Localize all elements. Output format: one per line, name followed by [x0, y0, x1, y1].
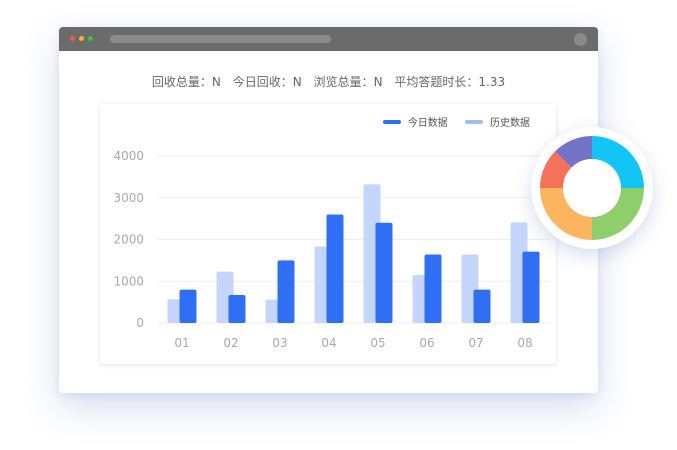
chart-card: 今日数据 历史数据 0 1000 2000 3000 4000 01 02 03 04 05 06 0…: [100, 104, 556, 364]
chart-legend: 今日数据 历史数据: [369, 114, 530, 129]
stat-total-views: 浏览总量：N: [314, 73, 383, 90]
donut-slice-cyan[interactable]: [592, 136, 644, 188]
bar-today[interactable]: [277, 260, 295, 323]
donut-slice-green[interactable]: [592, 188, 644, 240]
x-tick-label: 07: [468, 336, 483, 350]
y-tick-label: 4000: [113, 149, 144, 163]
x-tick-label: 05: [370, 336, 385, 350]
x-tick-label: 03: [272, 336, 287, 350]
window-titlebar: [59, 27, 598, 51]
stat-avg-answer-time: 平均答题时长：1.33: [394, 73, 505, 90]
stats-row: 回收总量：N 今日回收：N 浏览总量：N 平均答题时长：1.33: [59, 73, 598, 90]
maximize-dot-icon[interactable]: [88, 36, 93, 41]
bar-today[interactable]: [424, 254, 442, 323]
stat-label: 回收总量：: [151, 75, 212, 89]
stat-value: N: [211, 75, 221, 89]
stat-value: N: [292, 75, 302, 89]
stat-label: 今日回收：: [232, 75, 293, 89]
y-tick-label: 1000: [113, 274, 144, 288]
donut-chart: [540, 136, 644, 240]
y-tick-label: 3000: [113, 191, 144, 205]
x-tick-label: 08: [517, 336, 532, 350]
address-bar[interactable]: [110, 35, 331, 43]
legend-item-today[interactable]: 今日数据: [382, 114, 448, 129]
bar-today[interactable]: [473, 289, 491, 323]
stat-label: 平均答题时长：: [394, 75, 479, 89]
legend-swatch-today: [382, 119, 401, 124]
menu-circle-icon[interactable]: [574, 33, 587, 46]
legend-item-history[interactable]: 历史数据: [465, 114, 530, 129]
minimize-dot-icon[interactable]: [79, 36, 84, 41]
donut-badge: [531, 127, 653, 249]
stat-value: N: [373, 75, 383, 89]
x-tick-label: 01: [174, 336, 189, 350]
bar-today[interactable]: [228, 295, 246, 323]
close-dot-icon[interactable]: [70, 36, 75, 41]
x-tick-label: 04: [321, 336, 336, 350]
y-tick-label: 2000: [113, 233, 144, 247]
legend-swatch-history: [465, 119, 483, 124]
bar-today[interactable]: [326, 214, 344, 323]
bar-today[interactable]: [179, 289, 197, 323]
stat-today-recovered: 今日回收：N: [233, 73, 302, 90]
stat-value: 1.33: [478, 75, 506, 89]
bar-today[interactable]: [522, 251, 540, 323]
x-tick-label: 02: [223, 336, 238, 350]
bar-chart: 0 1000 2000 3000 4000 01 02 03 04 05 06 07 08: [113, 149, 550, 350]
y-tick-label: 0: [136, 316, 144, 330]
bar-today[interactable]: [375, 222, 393, 323]
stat-total-recovered: 回收总量：N: [152, 73, 221, 90]
stat-label: 浏览总量：: [313, 75, 374, 89]
legend-label-history: 历史数据: [490, 118, 530, 129]
x-tick-label: 06: [419, 336, 434, 350]
legend-label-today: 今日数据: [407, 118, 448, 129]
donut-slice-orange[interactable]: [540, 188, 592, 240]
